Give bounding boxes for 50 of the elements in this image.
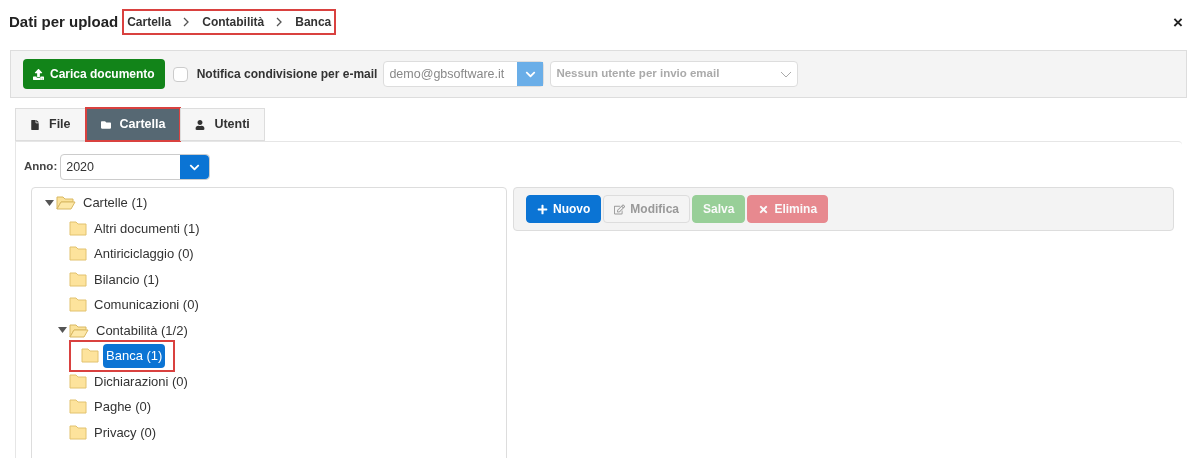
tree-item[interactable]: Altri documenti (1) [91, 216, 203, 240]
tree-item[interactable]: Cartelle (1) [80, 191, 151, 215]
plus-icon [537, 203, 548, 215]
folder-icon [69, 297, 87, 313]
upload-icon [33, 68, 44, 80]
folder-icon [69, 373, 87, 389]
year-label: Anno: [24, 159, 58, 175]
tab[interactable]: Cartella [85, 108, 181, 141]
dialog-title: Dati per upload [9, 11, 119, 32]
chevron-right-icon [183, 17, 191, 27]
sender-dropdown[interactable]: demo@gbsoftware.it [383, 61, 545, 87]
tree-item[interactable]: Paghe (0) [91, 395, 155, 419]
chevron-right-icon [276, 17, 284, 27]
checkbox[interactable] [172, 66, 188, 82]
breadcrumb-item[interactable]: Banca [295, 13, 332, 31]
edit-icon [614, 203, 626, 215]
checkbox-label: Notifica condivisione per e-mail [196, 66, 378, 83]
folder-icon [69, 399, 87, 415]
breadcrumb-item[interactable]: Cartella [127, 13, 172, 31]
tab[interactable]: Utenti [180, 108, 265, 141]
folder-icon [69, 271, 87, 287]
close-icon [758, 203, 770, 215]
recipients-placeholder: Nessun utente per invio email [556, 66, 720, 82]
tree-item[interactable]: Dichiarazioni (0) [91, 369, 191, 393]
tree-item[interactable]: Banca (1) [103, 344, 166, 368]
tree-item[interactable]: Contabilità (1/2) [93, 318, 191, 342]
tree-item[interactable]: Comunicazioni (0) [91, 293, 202, 317]
new-button[interactable]: Nuovo [526, 195, 602, 223]
folder-icon [100, 119, 111, 130]
tree-item[interactable]: Privacy (0) [91, 420, 160, 444]
user-icon [195, 119, 206, 130]
open-folder-icon [56, 195, 76, 211]
folder-icon [69, 424, 87, 440]
folder-icon [69, 220, 87, 236]
year-dropdown[interactable]: 2020 [60, 154, 211, 180]
file-icon [30, 119, 40, 130]
close-button[interactable]: × [1173, 13, 1183, 31]
tree-item[interactable]: Bilancio (1) [91, 267, 163, 291]
folder-icon [69, 246, 87, 262]
breadcrumb-item[interactable]: Contabilità [202, 13, 265, 31]
sender-value: demo@gbsoftware.it [388, 66, 506, 83]
upload-button[interactable]: Carica documento [23, 59, 165, 89]
year-value: 2020 [65, 159, 96, 176]
open-folder-icon [69, 322, 89, 338]
chevron-down-icon [780, 70, 793, 78]
tab[interactable]: File [15, 108, 86, 141]
folder-icon [81, 348, 99, 364]
caret-down-icon[interactable] [44, 199, 54, 206]
tree-item[interactable]: Antiriciclaggio (0) [91, 242, 197, 266]
caret-down-icon[interactable] [57, 327, 67, 334]
